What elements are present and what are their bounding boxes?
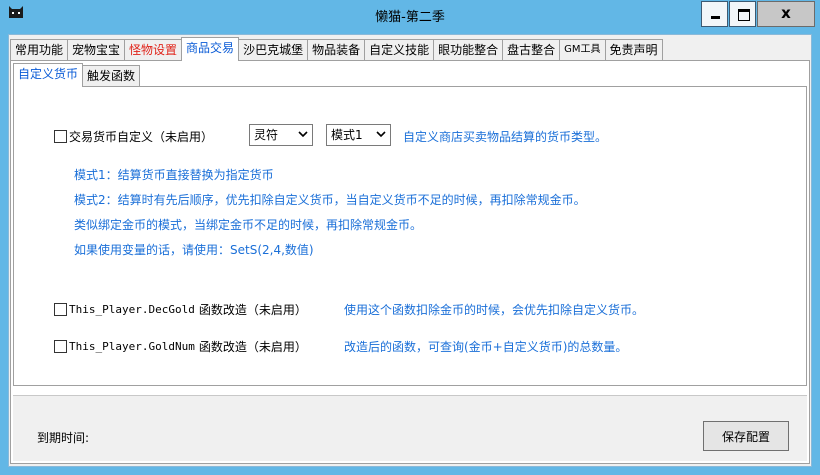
- bind-gold-note: 类似绑定金币的模式，当绑定金币不足的时候，再扣除常规金币。: [74, 218, 423, 232]
- window-title: 懒猫-第二季: [375, 10, 445, 25]
- tab-common-functions[interactable]: 常用功能: [10, 39, 69, 61]
- chevron-down-icon: [376, 131, 386, 138]
- app-window: 懒猫-第二季 x 常用功能 宠物宝宝 怪物设置 商品交易 沙巴克城堡 物品装备 …: [0, 0, 820, 475]
- goldnum-checkbox[interactable]: [54, 340, 67, 353]
- tab-pet[interactable]: 宠物宝宝: [67, 39, 126, 61]
- close-icon: x: [781, 4, 791, 22]
- decgold-description: 使用这个函数扣除金币的时候，会优先扣除自定义货币。: [344, 303, 645, 317]
- tab-eye-integration[interactable]: 眼功能整合: [433, 39, 504, 61]
- close-button[interactable]: x: [757, 1, 815, 27]
- subtab-custom-currency[interactable]: 自定义货币: [13, 63, 84, 87]
- trade-panel: 自定义货币 触发函数 交易货币自定义（未启用） 灵符 模式1 自定义商店买卖物品…: [10, 60, 810, 464]
- variable-note: 如果使用变量的话，请使用：SetS(2,4,数值): [74, 243, 314, 257]
- chevron-down-icon: [298, 131, 308, 138]
- goldnum-code: This_Player.GoldNum: [69, 340, 195, 353]
- currency-select[interactable]: 灵符: [249, 124, 313, 146]
- currency-toggle-label: 交易货币自定义（未启用）: [69, 130, 214, 144]
- decgold-label: 函数改造（未启用）: [198, 303, 307, 317]
- currency-description: 自定义商店买卖物品结算的货币类型。: [403, 130, 608, 144]
- footer-bar: 到期时间: 保存配置: [13, 395, 807, 461]
- main-content: 常用功能 宠物宝宝 怪物设置 商品交易 沙巴克城堡 物品装备 自定义技能 眼功能…: [8, 34, 812, 467]
- decgold-code: This_Player.DecGold: [69, 303, 195, 316]
- tab-trade[interactable]: 商品交易: [181, 37, 240, 61]
- main-tabs: 常用功能 宠物宝宝 怪物设置 商品交易 沙巴克城堡 物品装备 自定义技能 眼功能…: [10, 37, 663, 61]
- save-config-button[interactable]: 保存配置: [703, 421, 789, 451]
- tab-pangu-integration[interactable]: 盘古整合: [502, 39, 561, 61]
- decgold-toggle-row[interactable]: This_Player.DecGold 函数改造（未启用）: [54, 301, 307, 318]
- goldnum-label: 函数改造（未启用）: [198, 340, 307, 354]
- currency-toggle-checkbox[interactable]: [54, 130, 67, 143]
- expire-label: 到期时间:: [37, 431, 90, 445]
- currency-select-value: 灵符: [254, 128, 279, 142]
- subtab-trigger-functions[interactable]: 触发函数: [82, 65, 141, 87]
- custom-currency-panel: 交易货币自定义（未启用） 灵符 模式1 自定义商店买卖物品结算的货币类型。 模式…: [13, 86, 807, 386]
- tab-monster-settings[interactable]: 怪物设置: [124, 39, 183, 61]
- mode1-note: 模式1：结算货币直接替换为指定货币: [74, 168, 274, 182]
- mode2-note: 模式2：结算时有先后顺序，优先扣除自定义货币，当自定义货币不足的时候，再扣除常规…: [74, 193, 586, 207]
- minimize-button[interactable]: [701, 1, 728, 27]
- goldnum-description: 改造后的函数，可查询(金币+自定义货币)的总数量。: [344, 340, 628, 354]
- tab-gm-tools[interactable]: GM工具: [559, 39, 606, 61]
- mode-select-value: 模式1: [331, 128, 363, 142]
- tab-items-equipment[interactable]: 物品装备: [307, 39, 366, 61]
- tab-disclaimer[interactable]: 免责声明: [604, 39, 663, 61]
- sub-tabs: 自定义货币 触发函数: [13, 63, 141, 87]
- tab-custom-skills[interactable]: 自定义技能: [364, 39, 435, 61]
- maximize-button[interactable]: [729, 1, 756, 27]
- mode-select[interactable]: 模式1: [326, 124, 391, 146]
- title-bar[interactable]: 懒猫-第二季 x: [0, 0, 820, 33]
- goldnum-toggle-row[interactable]: This_Player.GoldNum 函数改造（未启用）: [54, 338, 307, 355]
- tab-sabak-castle[interactable]: 沙巴克城堡: [238, 39, 309, 61]
- currency-toggle-row[interactable]: 交易货币自定义（未启用）: [54, 128, 213, 145]
- decgold-checkbox[interactable]: [54, 303, 67, 316]
